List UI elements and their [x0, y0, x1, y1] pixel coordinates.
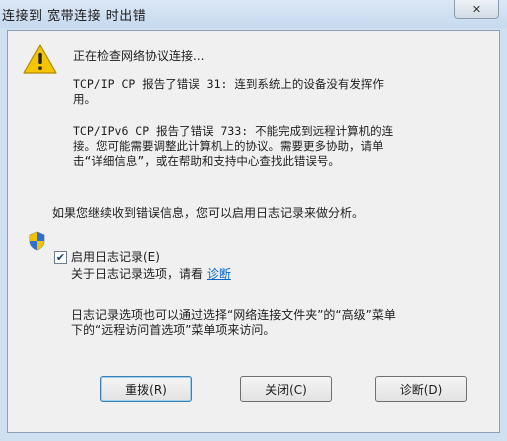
diagnose-link[interactable]: 诊断 — [207, 267, 231, 281]
close-button[interactable]: 关闭(C) — [240, 376, 332, 402]
ipv6-error-line-2: 接。您可能需要调整此计算机上的协议。需要更多协助，请单 — [73, 139, 384, 153]
logging-note-line-2: 下的“远程访问首选项”菜单项来访问。 — [71, 323, 276, 337]
logging-note-line-1: 日志记录选项也可以通过选择“网络连接文件夹”的“高级”菜单 — [71, 308, 396, 322]
logging-options-line: 关于日志记录选项，请看 诊断 — [71, 267, 231, 282]
warning-icon — [23, 44, 57, 74]
dialog-window: 连接到 宽带连接 时出错 ✕ 正在检查网络协议连接... TCP/IP CP 报… — [0, 0, 507, 441]
ipv6-error-line-1: TCP/IPv6 CP 报告了错误 733: 不能完成到远程计算机的连 — [73, 124, 394, 138]
ipv6-error-line-3: 击“详细信息”，或在帮助和支持中心查找此错误号。 — [73, 154, 340, 168]
enable-logging-label[interactable]: 启用日志记录(E) — [71, 250, 160, 265]
diagnose-button[interactable]: 诊断(D) — [375, 376, 467, 402]
tcpip-error-line-1: TCP/IP CP 报告了错误 31: 连到系统上的设备没有发挥作 — [73, 77, 384, 91]
tcpip-error-line-2: 用。 — [73, 92, 96, 106]
close-icon: ✕ — [471, 2, 482, 16]
checkmark-icon: ✔ — [55, 251, 66, 264]
close-window-button[interactable]: ✕ — [454, 0, 499, 19]
enable-logging-checkbox[interactable]: ✔ — [54, 251, 67, 264]
repeat-error-hint: 如果您继续收到错误信息，您可以启用日志记录来做分析。 — [52, 206, 365, 220]
title-bar[interactable]: 连接到 宽带连接 时出错 ✕ — [0, 0, 507, 28]
checking-message: 正在检查网络协议连接... — [73, 49, 205, 63]
logging-options-text: 关于日志记录选项，请看 — [71, 267, 204, 281]
window-title: 连接到 宽带连接 时出错 — [2, 9, 147, 24]
uac-shield-icon — [29, 231, 45, 251]
redial-button[interactable]: 重拨(R) — [100, 376, 192, 402]
dialog-body: 正在检查网络协议连接... TCP/IP CP 报告了错误 31: 连到系统上的… — [7, 30, 500, 433]
